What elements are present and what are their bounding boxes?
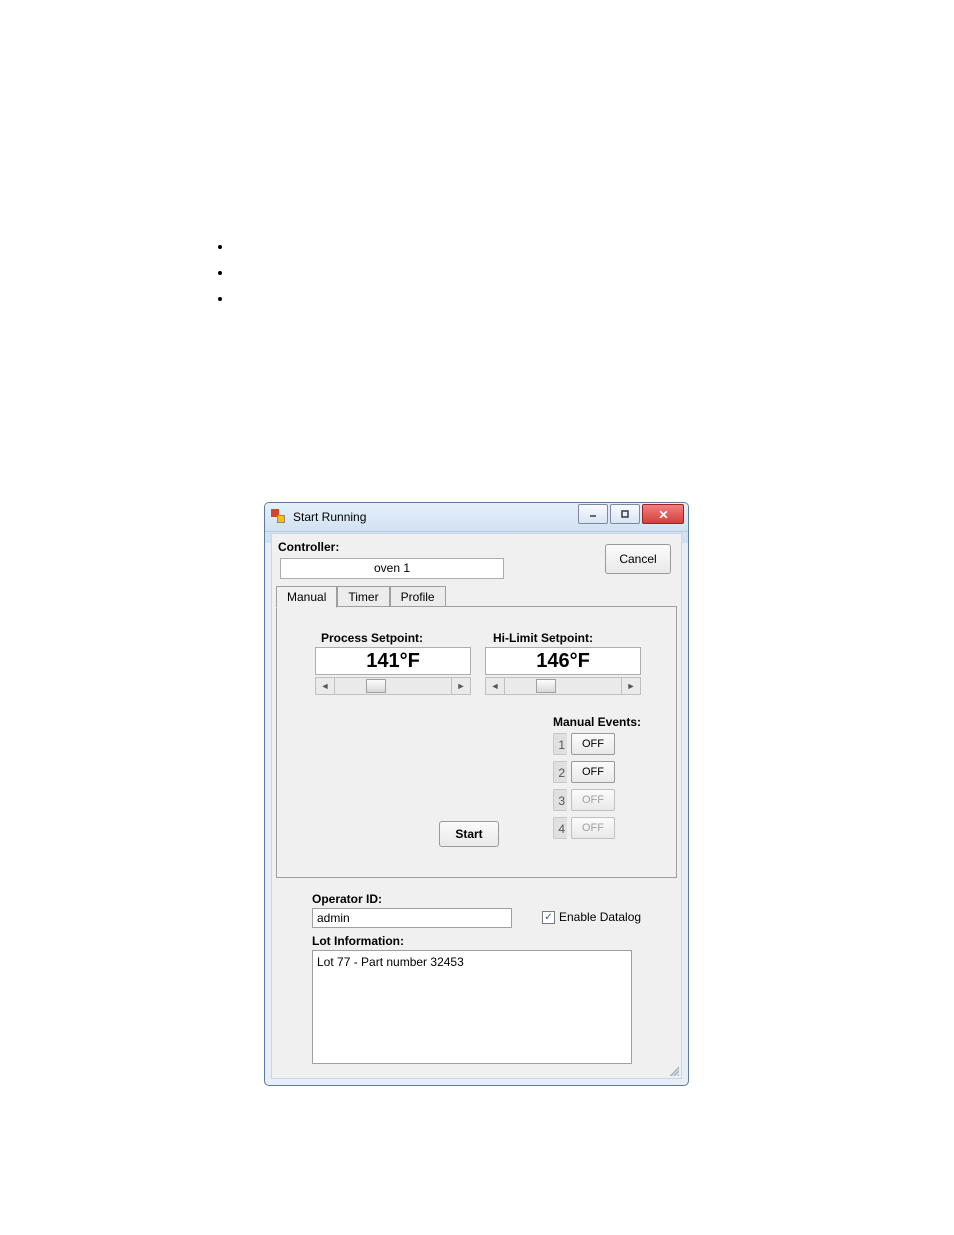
window-buttons xyxy=(578,504,684,524)
hilimit-setpoint-value[interactable]: 146°F xyxy=(485,647,641,675)
tab-strip: Manual Timer Profile xyxy=(276,586,446,607)
enable-datalog-label: Enable Datalog xyxy=(559,910,641,924)
tab-timer[interactable]: Timer xyxy=(337,586,389,607)
scrollbar-thumb[interactable] xyxy=(536,679,556,693)
titlebar[interactable]: Start Running xyxy=(265,503,688,532)
chevron-left-icon[interactable]: ◄ xyxy=(316,678,335,694)
close-button[interactable] xyxy=(642,504,684,524)
cancel-button[interactable]: Cancel xyxy=(605,544,671,574)
minimize-icon xyxy=(588,509,598,519)
hilimit-setpoint-scrollbar[interactable]: ◄ ► xyxy=(485,677,641,695)
process-setpoint-value[interactable]: 141°F xyxy=(315,647,471,675)
lot-info-label: Lot Information: xyxy=(312,934,404,948)
chevron-right-icon[interactable]: ► xyxy=(621,678,640,694)
start-button[interactable]: Start xyxy=(439,821,499,847)
event-2-toggle[interactable]: OFF xyxy=(571,761,615,783)
operator-id-input[interactable]: admin xyxy=(312,908,512,928)
tab-manual[interactable]: Manual xyxy=(276,586,337,608)
chevron-left-icon[interactable]: ◄ xyxy=(486,678,505,694)
resize-grip-icon[interactable] xyxy=(667,1064,679,1076)
window-title: Start Running xyxy=(293,510,366,524)
event-row-4: 4 OFF xyxy=(553,816,615,840)
app-icon xyxy=(271,509,287,525)
start-running-dialog: Start Running Controller: oven 1 Cancel … xyxy=(264,502,689,1086)
process-setpoint-label: Process Setpoint: xyxy=(321,631,423,645)
manual-events-label: Manual Events: xyxy=(553,715,641,729)
chevron-right-icon[interactable]: ► xyxy=(451,678,470,694)
minimize-button[interactable] xyxy=(578,504,608,524)
close-icon xyxy=(658,509,669,520)
client-area: Controller: oven 1 Cancel Manual Timer P… xyxy=(271,533,682,1079)
enable-datalog-checkbox[interactable]: ✓ Enable Datalog xyxy=(542,910,641,924)
maximize-icon xyxy=(620,509,630,519)
event-row-2: 2 OFF xyxy=(553,760,615,784)
tab-profile[interactable]: Profile xyxy=(390,586,446,607)
checkbox-icon: ✓ xyxy=(542,911,555,924)
event-3-toggle[interactable]: OFF xyxy=(571,789,615,811)
tab-panel-manual: Process Setpoint: 141°F ◄ ► Hi-Limit Set… xyxy=(276,606,677,878)
event-number: 1 xyxy=(553,733,567,755)
event-row-3: 3 OFF xyxy=(553,788,615,812)
maximize-button[interactable] xyxy=(610,504,640,524)
process-setpoint-scrollbar[interactable]: ◄ ► xyxy=(315,677,471,695)
manual-events: 1 OFF 2 OFF 3 OFF 4 OFF xyxy=(553,732,615,844)
event-number: 2 xyxy=(553,761,567,783)
event-row-1: 1 OFF xyxy=(553,732,615,756)
hilimit-setpoint-label: Hi-Limit Setpoint: xyxy=(493,631,593,645)
bullet-list xyxy=(215,234,233,312)
operator-id-label: Operator ID: xyxy=(312,892,382,906)
event-1-toggle[interactable]: OFF xyxy=(571,733,615,755)
controller-label: Controller: xyxy=(278,540,339,554)
scrollbar-thumb[interactable] xyxy=(366,679,386,693)
event-number: 3 xyxy=(553,789,567,811)
event-number: 4 xyxy=(553,817,567,839)
lot-info-textarea[interactable]: Lot 77 - Part number 32453 xyxy=(312,950,632,1064)
controller-field[interactable]: oven 1 xyxy=(280,558,504,579)
event-4-toggle[interactable]: OFF xyxy=(571,817,615,839)
